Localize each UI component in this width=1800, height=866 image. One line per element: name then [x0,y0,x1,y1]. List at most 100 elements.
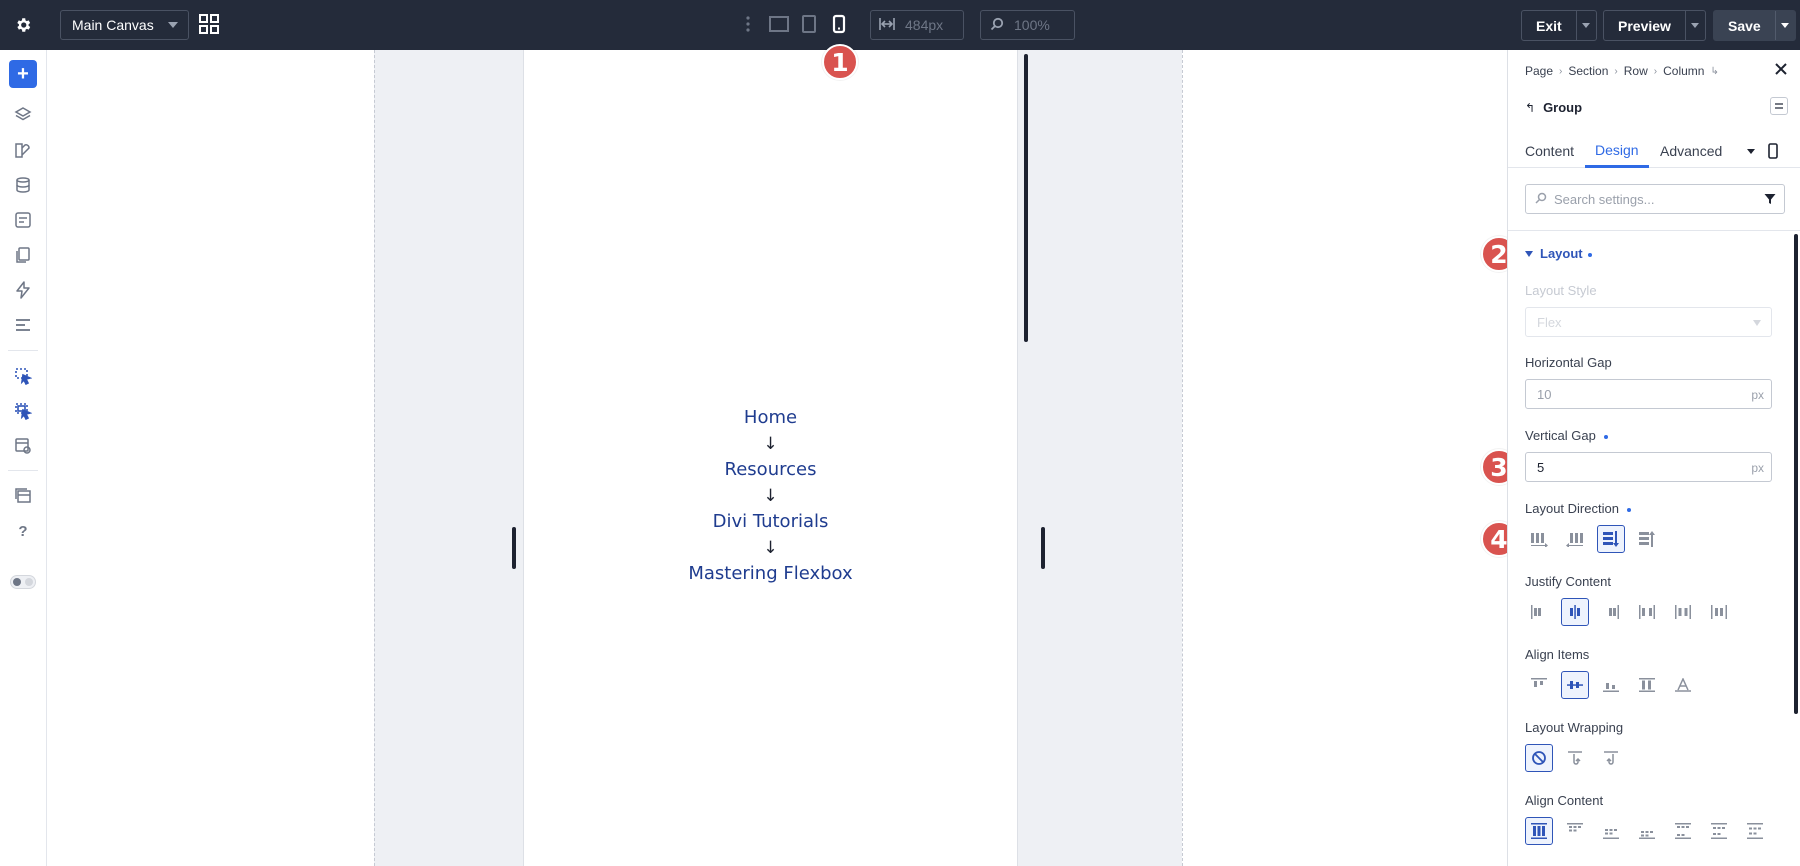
tablet-view-icon[interactable] [799,13,819,40]
direction-column-icon[interactable] [1597,525,1625,553]
multi-select-icon[interactable] [12,400,34,422]
align-stretch-icon[interactable] [1633,671,1661,699]
panel-scrollbar[interactable] [1794,234,1798,714]
exit-button[interactable]: Exit [1521,10,1597,41]
canvas-left-area [47,50,374,866]
chevron-down-icon [168,22,178,28]
settings-panel: Page › Section › Row › Column ↳ ↰ Group … [1507,50,1800,866]
align-content-space-between-icon[interactable] [1669,817,1697,845]
layers-icon[interactable] [12,104,34,126]
align-end-icon[interactable] [1597,671,1625,699]
down-arrow-icon: ↓ [763,486,778,506]
layout-wrapping-label: Layout Wrapping [1525,720,1624,735]
align-center-icon[interactable] [1561,671,1589,699]
nav-item-home[interactable]: Home [523,405,1018,431]
desktop-view-icon[interactable] [768,13,790,40]
justify-space-evenly-icon[interactable] [1705,598,1733,626]
back-arrow-icon[interactable]: ↰ [1525,101,1535,115]
chevron-right-icon: › [1614,65,1618,77]
filter-icon[interactable] [1764,193,1776,208]
justify-space-around-icon[interactable] [1669,598,1697,626]
settings-gear-icon[interactable] [8,10,38,40]
vertical-gap-input[interactable]: 5 px [1525,452,1772,482]
justify-space-between-icon[interactable] [1633,598,1661,626]
down-arrow-icon: ↓ [763,538,778,558]
theme-toggle[interactable] [10,571,36,593]
panel-options-icon[interactable] [1770,97,1788,115]
guide-line-right [1182,50,1183,866]
canvas-select[interactable]: Main Canvas [60,10,189,40]
align-start-icon[interactable] [1525,671,1553,699]
canvas-width-value: 484px [905,17,944,33]
horizontal-gap-input[interactable]: 10 px [1525,379,1772,409]
save-menu-caret[interactable] [1774,11,1795,40]
pages-icon[interactable] [12,244,34,266]
layout-settings-icon[interactable] [12,435,34,457]
breadcrumb: Page › Section › Row › Column ↳ [1525,64,1719,78]
layout-style-select[interactable]: Flex [1525,307,1772,337]
wrap-icon[interactable] [1561,744,1589,772]
align-content-end-icon[interactable] [1633,817,1661,845]
preview-menu-caret[interactable] [1684,11,1705,40]
crumb-row[interactable]: Row [1624,64,1648,78]
no-wrap-icon[interactable] [1525,744,1553,772]
unit-label: px [1751,461,1764,475]
wrap-reverse-icon[interactable] [1597,744,1625,772]
nav-item-mastering-flexbox[interactable]: Mastering Flexbox [523,561,1018,587]
phone-view-icon[interactable] [1767,134,1779,168]
nav-item-divi-tutorials[interactable]: Divi Tutorials [523,509,1018,535]
align-content-space-evenly-icon[interactable] [1741,817,1769,845]
layout-section-toggle[interactable]: Layout [1525,246,1592,261]
align-content-start-icon[interactable] [1561,817,1589,845]
preview-button[interactable]: Preview [1603,10,1706,41]
presets-icon[interactable] [12,314,34,336]
tab-design[interactable]: Design [1585,134,1649,168]
help-icon[interactable]: ? [12,520,34,542]
add-module-button[interactable]: + [9,60,37,88]
save-button[interactable]: Save [1713,10,1796,41]
direction-row-reverse-icon[interactable] [1561,525,1589,553]
resize-handle-left[interactable] [512,527,516,569]
down-arrow-icon: ↓ [763,434,778,454]
align-content-space-around-icon[interactable] [1705,817,1733,845]
justify-start-icon[interactable] [1525,598,1553,626]
database-icon[interactable] [12,174,34,196]
close-icon[interactable] [1774,62,1788,81]
library-icon[interactable] [12,485,34,507]
crumb-page[interactable]: Page [1525,64,1553,78]
justify-end-icon[interactable] [1597,598,1625,626]
tab-advanced[interactable]: Advanced [1660,134,1722,168]
tab-content[interactable]: Content [1525,134,1574,168]
grid-icon[interactable] [198,13,220,40]
align-content-center-icon[interactable] [1597,817,1625,845]
resize-handle-right[interactable] [1041,527,1045,569]
preview-scrollbar[interactable] [1024,54,1028,342]
select-element-icon[interactable] [12,365,34,387]
direction-row-icon[interactable] [1525,525,1553,553]
crumb-column[interactable]: Column [1663,64,1704,78]
align-content-stretch-icon[interactable] [1525,817,1553,845]
canvas-width-field[interactable]: 484px [870,10,964,40]
more-vertical-icon[interactable] [745,15,751,38]
exit-menu-caret[interactable] [1575,11,1596,40]
crumb-section[interactable]: Section [1568,64,1608,78]
phone-view-icon[interactable] [829,13,849,40]
lightning-icon[interactable] [12,279,34,301]
tabs-more-caret[interactable] [1747,134,1755,168]
direction-column-reverse-icon[interactable] [1633,525,1661,553]
justify-center-icon[interactable] [1561,598,1589,626]
zoom-search-icon [990,17,1004,34]
search-settings-input[interactable]: Search settings... [1525,184,1785,214]
theme-builder-icon[interactable] [12,139,34,161]
horizontal-gap-value: 10 [1537,386,1552,402]
nav-item-resources[interactable]: Resources [523,457,1018,483]
builder-canvas: Home ↓ Resources ↓ Divi Tutorials ↓ Mast… [47,50,1507,866]
zoom-field[interactable]: 100% [980,10,1075,40]
canvas-select-label: Main Canvas [72,17,154,33]
settings-tabs: Content Design Advanced [1508,134,1800,168]
page-settings-icon[interactable] [12,209,34,231]
align-baseline-icon[interactable] [1669,671,1697,699]
rail-divider [8,350,38,351]
left-sidebar: + ? [0,50,47,866]
guide-line-left [374,50,375,866]
